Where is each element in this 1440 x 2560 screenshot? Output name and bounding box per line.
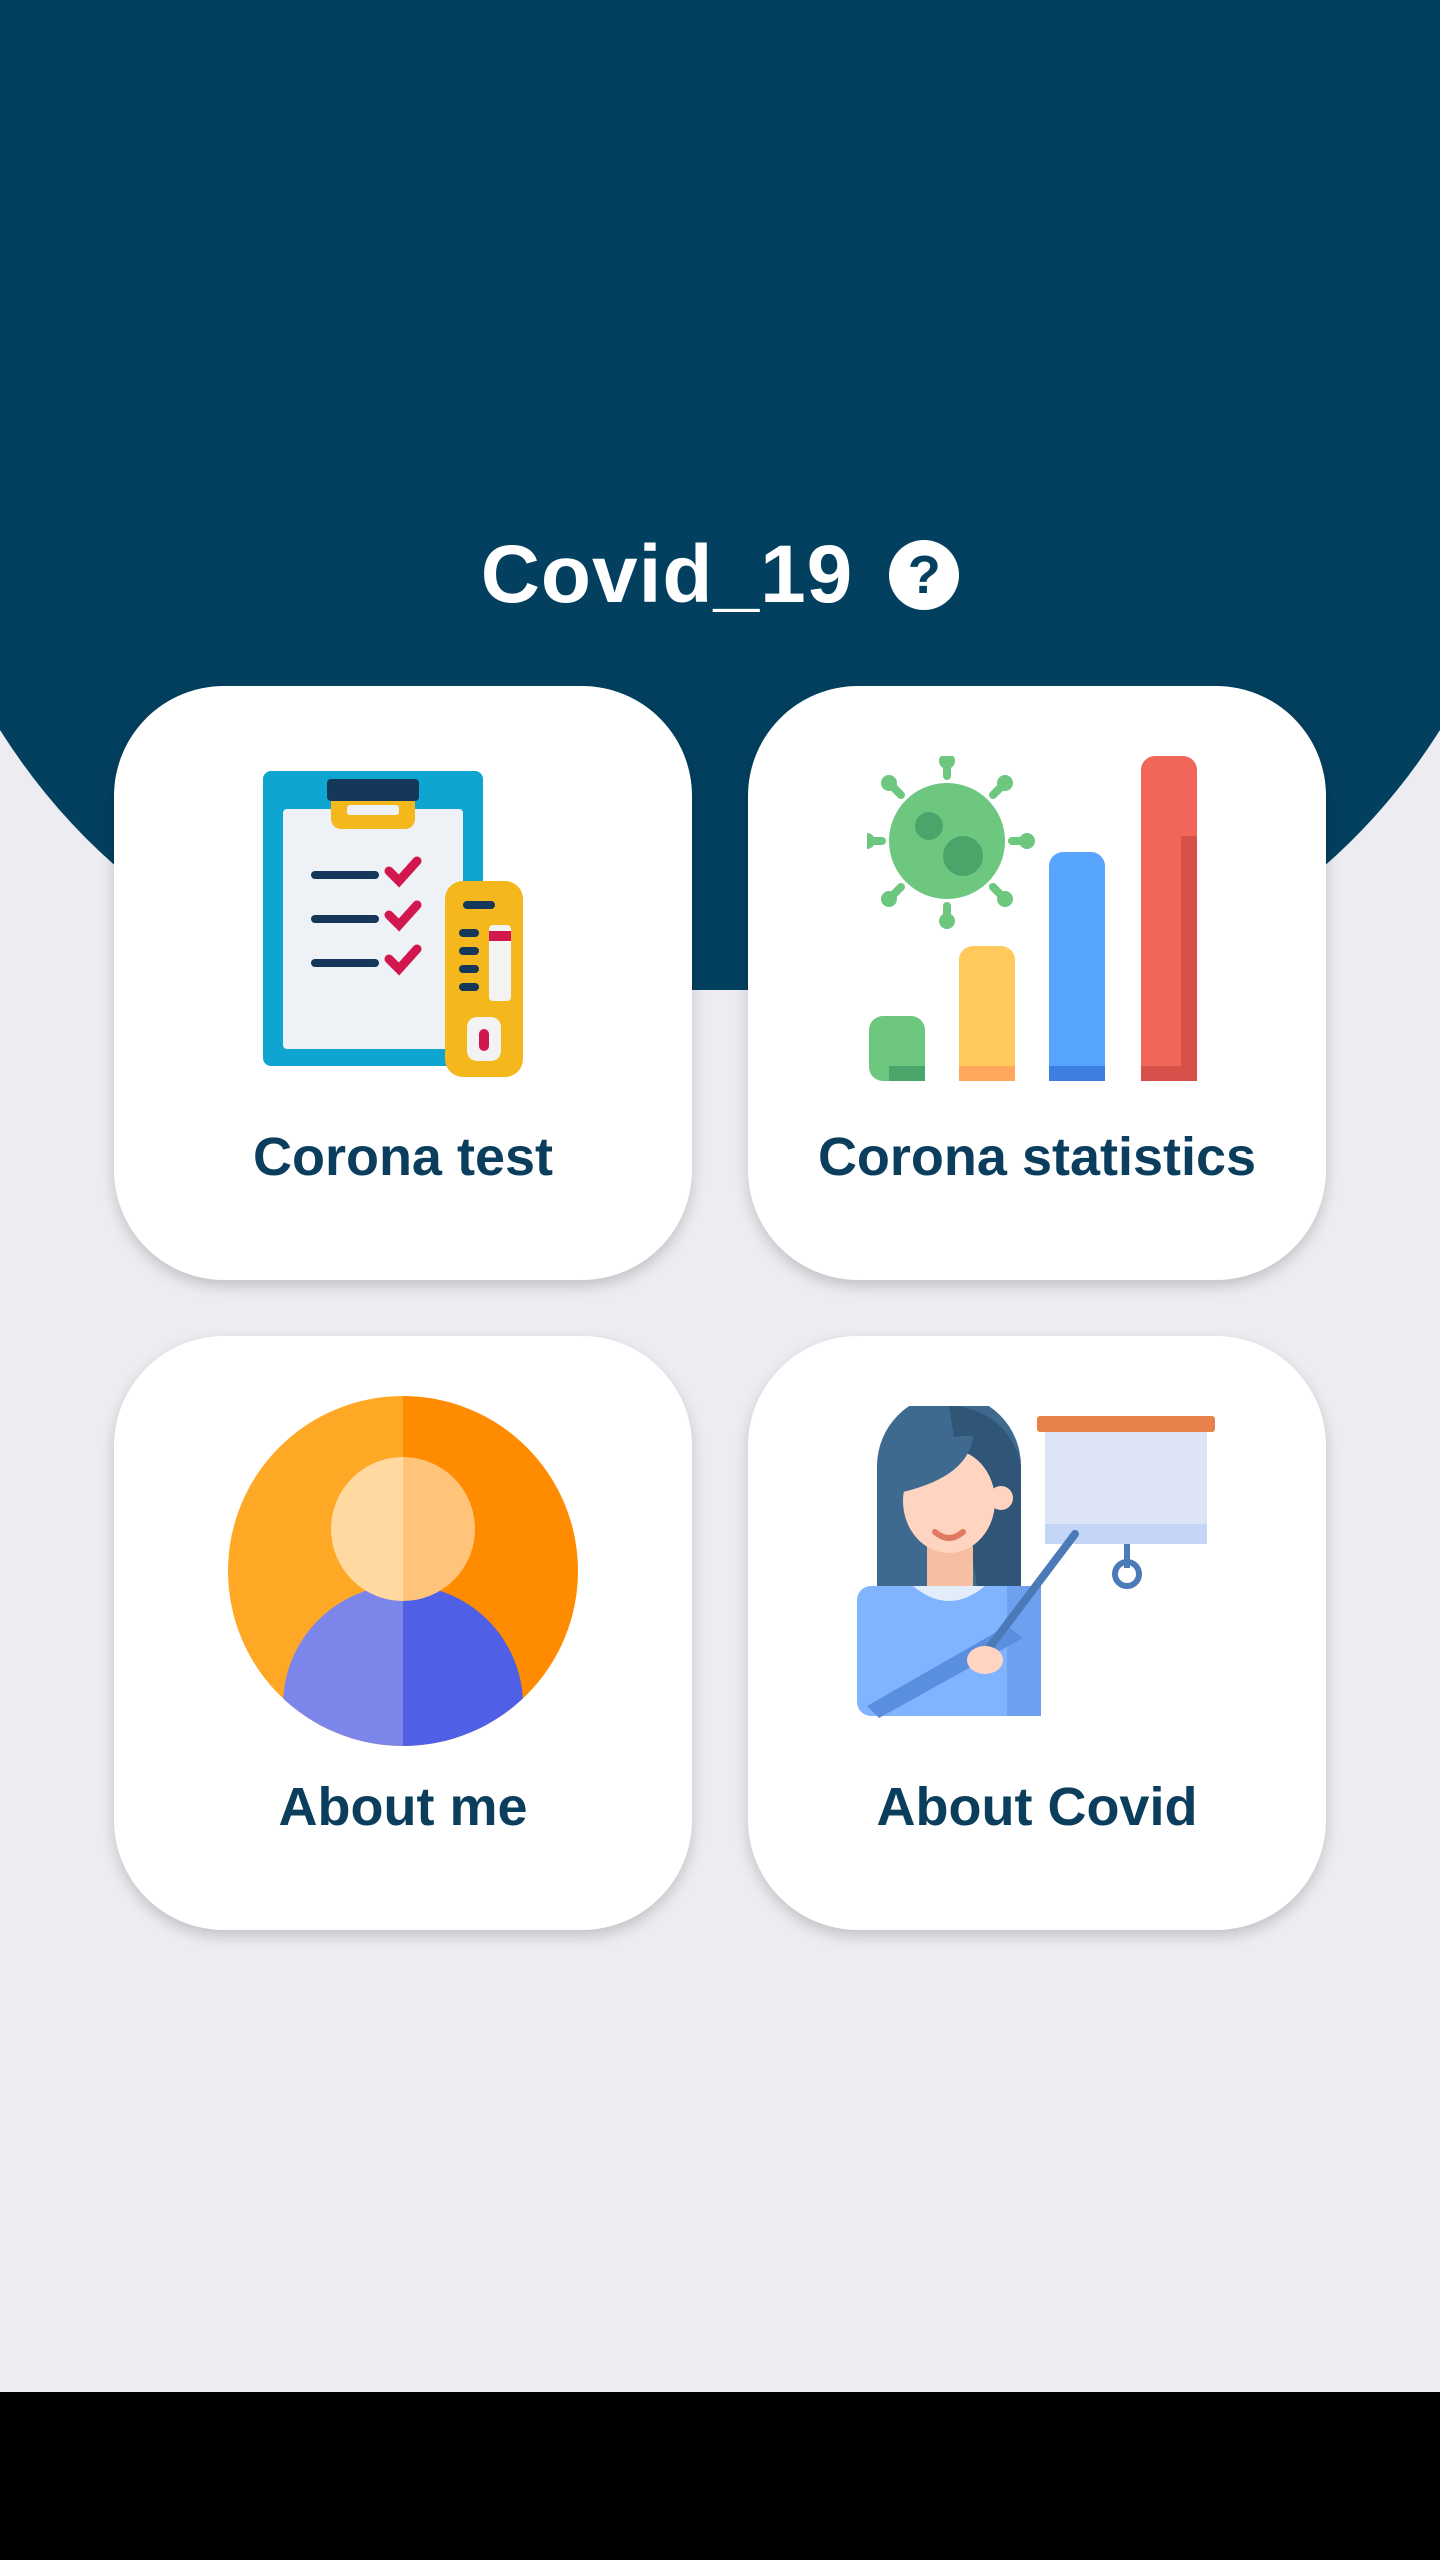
about-me-card[interactable]: About me: [114, 1336, 692, 1930]
system-navigation-bar: [0, 2392, 1440, 2560]
corona-statistics-card[interactable]: Corona statistics: [748, 686, 1326, 1280]
virus-chart-icon: [748, 746, 1326, 1096]
about-me-label: About me: [278, 1777, 528, 1837]
corona-test-card[interactable]: Corona test: [114, 686, 692, 1280]
about-covid-card[interactable]: About Covid: [748, 1336, 1326, 1930]
about-covid-label: About Covid: [876, 1777, 1198, 1837]
clipboard-test-icon: [114, 746, 692, 1096]
app-title-bar: Covid_19 ?: [0, 520, 1440, 630]
corona-statistics-label: Corona statistics: [817, 1127, 1257, 1187]
corona-test-label: Corona test: [252, 1127, 554, 1187]
help-icon[interactable]: ?: [889, 540, 960, 610]
teacher-presentation-icon: [748, 1396, 1326, 1746]
app-title: Covid_19: [480, 529, 854, 620]
user-avatar-icon: [114, 1396, 692, 1746]
